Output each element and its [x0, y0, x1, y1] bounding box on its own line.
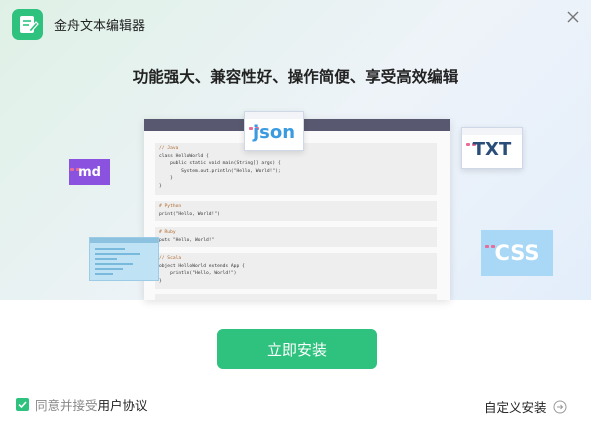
css-file-badge: CSS: [481, 230, 553, 276]
close-icon[interactable]: [564, 8, 582, 26]
txt-file-badge: TXT: [461, 127, 523, 169]
agreement-row: 同意并接受 用户协议: [16, 395, 148, 414]
app-title: 金舟文本编辑器: [54, 19, 146, 34]
code-line: object HelloWorld extends App {: [159, 263, 245, 269]
arrow-right-circle-icon: [553, 400, 567, 413]
checkmark-icon: [18, 400, 27, 408]
css-label: CSS: [494, 241, 540, 265]
app-logo-icon: [12, 9, 43, 40]
install-now-button[interactable]: 立即安装: [217, 329, 377, 369]
code-line: println("Hello, World!"): [159, 271, 237, 277]
code-line: }: [159, 176, 173, 182]
agreement-prefix: 同意并接受: [35, 397, 98, 413]
json-label: json: [252, 122, 296, 143]
window-dots-icon: [70, 156, 86, 171]
code-line: System.out.println("Hello, World!");: [159, 168, 281, 174]
json-file-badge: json: [244, 111, 304, 151]
code-comment: # Python: [159, 204, 182, 209]
code-line: }: [159, 183, 162, 189]
code-block-python: # Python print("Hello, World!"): [155, 201, 437, 221]
window-dots-icon: [466, 131, 482, 146]
agreement-checkbox[interactable]: [16, 397, 29, 411]
custom-install-link[interactable]: 自定义安装: [484, 397, 567, 416]
code-line: }: [159, 278, 162, 284]
code-line: class HelloWorld {: [159, 153, 209, 159]
window-dots-icon: [485, 233, 501, 248]
code-comment: // Scala: [159, 256, 182, 261]
custom-install-label: 自定义安装: [484, 400, 547, 415]
code-block-partial: [155, 294, 437, 300]
hero-headline: 功能强大、兼容性好、操作简便、享受高效编辑: [132, 68, 459, 86]
code-block-scala: // Scala object HelloWorld extends App { …: [155, 253, 437, 289]
code-line: print("Hello, World!"): [159, 211, 220, 217]
code-line: public static void main(String[] args) {: [159, 161, 281, 167]
window-dots-icon: [249, 115, 265, 130]
md-file-badge: md: [69, 159, 110, 185]
code-comment: # Ruby: [159, 230, 176, 235]
txt-label: TXT: [472, 139, 512, 160]
user-agreement-link[interactable]: 用户协议: [98, 395, 148, 414]
code-block-ruby: # Ruby puts "Hello, World!": [155, 227, 437, 247]
md-label: md: [78, 165, 101, 180]
code-line: puts "Hello, World!": [159, 237, 215, 243]
mini-document-illustration: [89, 237, 159, 281]
